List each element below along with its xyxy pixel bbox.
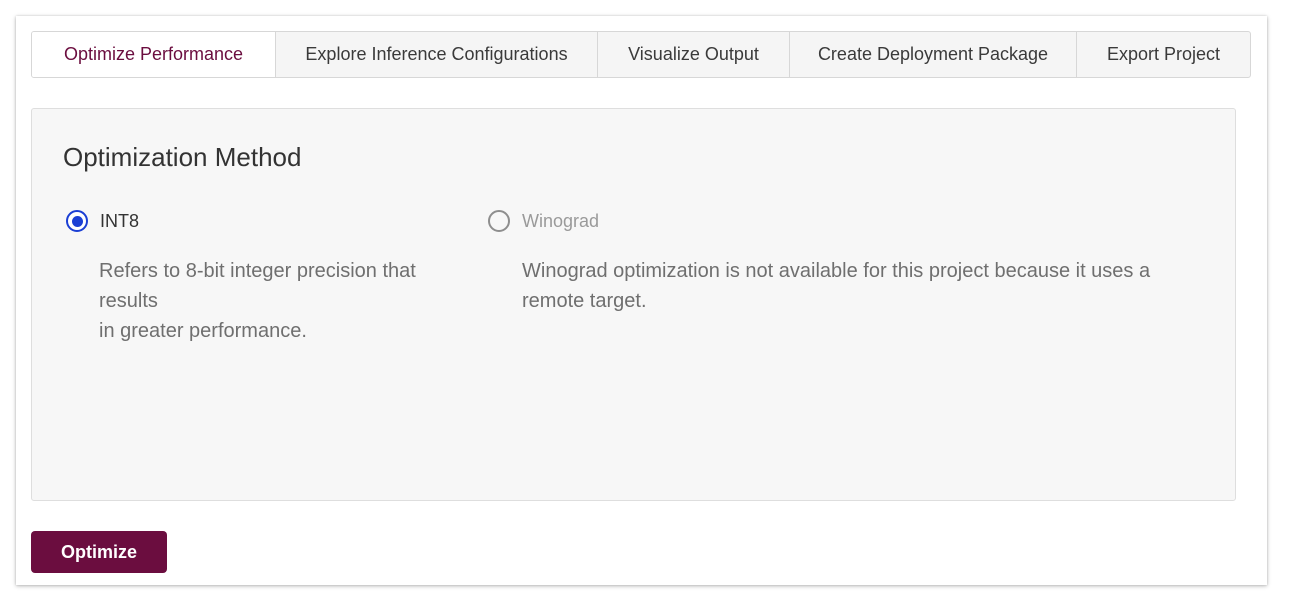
tab-bar: Optimize Performance Explore Inference C…: [31, 31, 1251, 78]
optimize-button[interactable]: Optimize: [31, 531, 167, 573]
int8-description-line: Refers to 8-bit integer precision that r…: [99, 260, 416, 312]
radio-dot: [71, 215, 83, 227]
tab-optimize-performance[interactable]: Optimize Performance: [32, 32, 275, 77]
winograd-description-line: Winograd optimization is not available f…: [522, 260, 1151, 312]
tab-explore-inference-configurations[interactable]: Explore Inference Configurations: [275, 32, 597, 77]
optimization-method-panel: Optimization Method INT8 Winograd Refers…: [31, 108, 1236, 501]
tab-visualize-output[interactable]: Visualize Output: [597, 32, 789, 77]
radio-checked-icon[interactable]: [66, 210, 88, 232]
winograd-description: Winograd optimization is not available f…: [522, 256, 1212, 316]
winograd-radio-option: Winograd: [488, 210, 599, 232]
winograd-radio-label: Winograd: [522, 210, 600, 231]
radio-disabled-icon: [488, 210, 510, 232]
tab-create-deployment-package[interactable]: Create Deployment Package: [789, 32, 1076, 77]
panel-title: Optimization Method: [63, 142, 302, 172]
optimization-card: Optimize Performance Explore Inference C…: [16, 16, 1267, 585]
int8-description-line: in greater performance.: [99, 320, 307, 342]
int8-description: Refers to 8-bit integer precision that r…: [99, 256, 459, 346]
int8-radio-label[interactable]: INT8: [100, 211, 139, 232]
int8-radio-option[interactable]: INT8: [66, 210, 139, 232]
tab-export-project[interactable]: Export Project: [1076, 32, 1250, 77]
